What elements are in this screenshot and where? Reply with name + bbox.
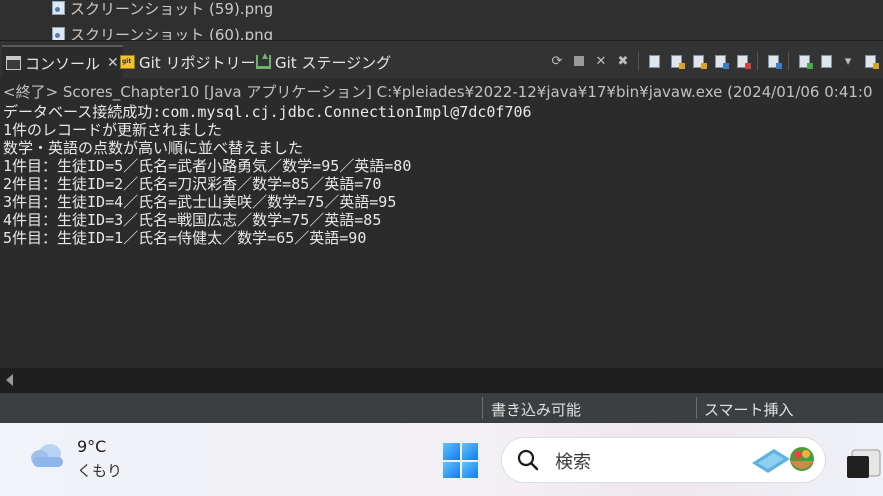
taskbar-search-box[interactable]: 検索 (501, 437, 826, 483)
insert-mode-status: スマート挿入 (704, 401, 794, 419)
toolbar-divider (638, 52, 639, 70)
status-bar: 書き込み可能 スマート挿入 (0, 392, 883, 424)
cloud-icon[interactable] (29, 442, 67, 468)
show-stdout-icon[interactable] (711, 52, 729, 70)
close-icon[interactable]: ✕ (107, 55, 119, 71)
clear-console-icon[interactable] (645, 52, 663, 70)
console-line: 1件のレコードが更新されました (3, 121, 223, 139)
file-item-60[interactable]: スクリーンショット (60).png (52, 24, 273, 40)
windows-taskbar: 9°C くもり 検索 (0, 423, 883, 496)
status-divider (482, 397, 483, 419)
search-highlight-icon (752, 447, 814, 473)
horizontal-scrollbar[interactable] (0, 368, 883, 392)
show-stderr-icon[interactable] (733, 52, 751, 70)
file-name: スクリーンショット (59).png (70, 0, 274, 18)
toolbar-divider (788, 52, 789, 70)
toolbar-divider (757, 52, 758, 70)
search-placeholder: 検索 (555, 452, 591, 473)
project-file-list: スクリーンショット (59).png スクリーンショット (60).png (0, 0, 883, 40)
file-name: スクリーンショット (60).png (70, 25, 274, 41)
taskbar-app-icon[interactable] (846, 445, 883, 483)
refresh-icon[interactable]: ⟳ (548, 52, 566, 70)
console-line: 2件目：生徒ID=2／氏名=刀沢彩香／数学=85／英語=70 (3, 175, 382, 193)
status-divider (696, 397, 697, 419)
weather-temperature[interactable]: 9°C (77, 437, 106, 456)
image-file-icon (52, 1, 65, 15)
tab-label: Git ステージング (275, 53, 392, 72)
chevron-down-icon[interactable]: ▾ (839, 52, 857, 70)
console-process-header: <終了> Scores_Chapter10 [Java アプリケーション] C:… (3, 83, 873, 101)
display-selected-console-icon[interactable] (795, 52, 813, 70)
weather-condition[interactable]: くもり (77, 460, 122, 481)
file-item-59[interactable]: スクリーンショット (59).png (52, 0, 273, 18)
remove-all-terminated-icon[interactable]: ✖ (614, 52, 632, 70)
search-icon (517, 449, 539, 471)
git-repo-icon (120, 55, 135, 69)
open-console-icon[interactable] (817, 52, 835, 70)
console-line: 4件目：生徒ID=3／氏名=戦国広志／数学=75／英語=85 (3, 211, 382, 229)
image-file-icon (52, 27, 65, 40)
console-line: 数学・英語の点数が高い順に並べ替えました (3, 139, 304, 157)
console-line: 3件目：生徒ID=4／氏名=武士山美咲／数学=75／英語=95 (3, 193, 397, 211)
console-icon (6, 56, 21, 70)
pin-console-icon[interactable] (764, 52, 782, 70)
remove-launch-icon[interactable]: ✕ (592, 52, 610, 70)
new-console-icon[interactable] (861, 52, 879, 70)
git-staging-icon (256, 53, 271, 69)
scroll-lock-icon[interactable] (667, 52, 685, 70)
console-line: データベース接続成功:com.mysql.cj.jdbc.ConnectionI… (3, 103, 532, 121)
tab-label: Git リポジトリー (139, 53, 256, 72)
console-output: データベース接続成功:com.mysql.cj.jdbc.ConnectionI… (3, 103, 532, 247)
view-tab-bar: コンソール ✕ Git リポジトリー Git ステージング ⟳ ✕ ✖ ▾ (0, 40, 883, 79)
start-button[interactable] (443, 443, 478, 478)
tab-console[interactable]: コンソール ✕ (2, 45, 123, 79)
tab-git-staging[interactable]: Git ステージング (256, 46, 391, 78)
console-toolbar: ⟳ ✕ ✖ ▾ (548, 47, 883, 75)
scroll-left-icon[interactable] (6, 374, 13, 386)
word-wrap-icon[interactable] (689, 52, 707, 70)
console-line: 1件目：生徒ID=5／氏名=武者小路勇気／数学=95／英語=80 (3, 157, 412, 175)
tab-git-repositories[interactable]: Git リポジトリー (120, 46, 255, 78)
console-view[interactable]: <終了> Scores_Chapter10 [Java アプリケーション] C:… (0, 78, 883, 368)
write-mode-status: 書き込み可能 (491, 401, 582, 419)
tab-label: コンソール (25, 54, 101, 73)
terminate-icon[interactable] (570, 52, 588, 70)
console-line: 5件目：生徒ID=1／氏名=侍健太／数学=65／英語=90 (3, 229, 367, 247)
